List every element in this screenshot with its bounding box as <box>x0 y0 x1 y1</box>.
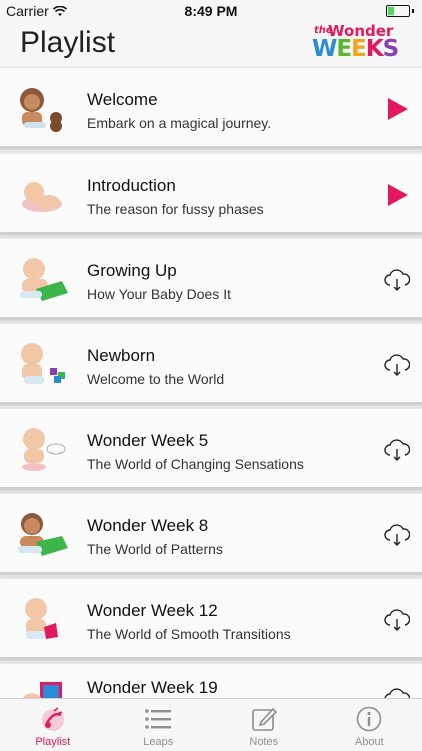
logo-weeks: WEEKS <box>312 38 398 61</box>
baby-illustration-icon <box>12 508 72 558</box>
item-title: Wonder Week 12 <box>87 601 218 621</box>
cloud-download-icon[interactable] <box>384 437 410 463</box>
baby-illustration-icon <box>12 253 72 303</box>
list-item[interactable]: Wonder Week 8 The World of Patterns <box>0 494 422 572</box>
play-icon[interactable] <box>384 182 410 208</box>
baby-illustration-icon <box>12 423 72 473</box>
page-title: Playlist <box>20 26 115 60</box>
item-title: Wonder Week 8 <box>87 516 208 536</box>
cloud-download-icon[interactable] <box>384 267 410 293</box>
item-subtitle: The World of Smooth Transitions <box>87 626 291 642</box>
cloud-download-icon[interactable] <box>384 352 410 378</box>
playlist-icon <box>39 705 67 733</box>
baby-illustration-icon <box>12 168 72 218</box>
list-item[interactable]: Wonder Week 5 The World of Changing Sens… <box>0 409 422 487</box>
item-title: Introduction <box>87 176 176 196</box>
navigation-header: Playlist the Wonder WEEKS <box>0 22 422 66</box>
edit-icon <box>250 705 278 733</box>
baby-illustration-icon <box>12 593 72 643</box>
tab-label: Notes <box>211 736 317 748</box>
info-icon <box>355 705 383 733</box>
tab-leaps[interactable]: Leaps <box>106 699 212 751</box>
item-subtitle: The World of Changing Sensations <box>87 456 304 472</box>
playlist-list[interactable]: Welcome Embark on a magical journey. Int… <box>0 66 422 698</box>
item-title: Wonder Week 5 <box>87 431 208 451</box>
list-icon <box>144 705 172 733</box>
item-title: Newborn <box>87 346 155 366</box>
list-item[interactable]: Wonder Week 19 <box>0 664 422 698</box>
item-subtitle: The World of Patterns <box>87 541 223 557</box>
item-subtitle: Embark on a magical journey. <box>87 115 271 131</box>
clock: 8:49 PM <box>0 3 422 19</box>
tab-label: About <box>317 736 422 748</box>
item-title: Growing Up <box>87 261 177 281</box>
cloud-download-icon[interactable] <box>384 607 410 633</box>
tab-playlist[interactable]: Playlist <box>0 699 106 751</box>
item-title: Welcome <box>87 90 158 110</box>
play-icon[interactable] <box>384 96 410 122</box>
baby-illustration-icon <box>12 678 72 698</box>
wonder-weeks-logo: the Wonder WEEKS <box>310 24 400 64</box>
list-item[interactable]: Introduction The reason for fussy phases <box>0 154 422 232</box>
cloud-download-icon[interactable] <box>384 522 410 548</box>
status-bar: Carrier 8:49 PM <box>0 0 422 22</box>
item-subtitle: How Your Baby Does It <box>87 286 231 302</box>
cloud-download-icon[interactable] <box>384 686 410 698</box>
list-item[interactable]: Newborn Welcome to the World <box>0 324 422 402</box>
item-subtitle: Welcome to the World <box>87 371 224 387</box>
list-item[interactable]: Growing Up How Your Baby Does It <box>0 239 422 317</box>
tab-label: Leaps <box>106 736 212 748</box>
tab-bar: Playlist Leaps Notes About <box>0 698 422 751</box>
tab-about[interactable]: About <box>317 699 422 751</box>
list-item[interactable]: Wonder Week 12 The World of Smooth Trans… <box>0 579 422 657</box>
item-subtitle: The reason for fussy phases <box>87 201 264 217</box>
baby-illustration-icon <box>12 82 72 132</box>
list-item[interactable]: Welcome Embark on a magical journey. <box>0 68 422 146</box>
item-title: Wonder Week 19 <box>87 678 218 698</box>
battery-icon <box>386 5 414 17</box>
tab-label: Playlist <box>0 736 106 748</box>
baby-illustration-icon <box>12 338 72 388</box>
tab-notes[interactable]: Notes <box>211 699 317 751</box>
